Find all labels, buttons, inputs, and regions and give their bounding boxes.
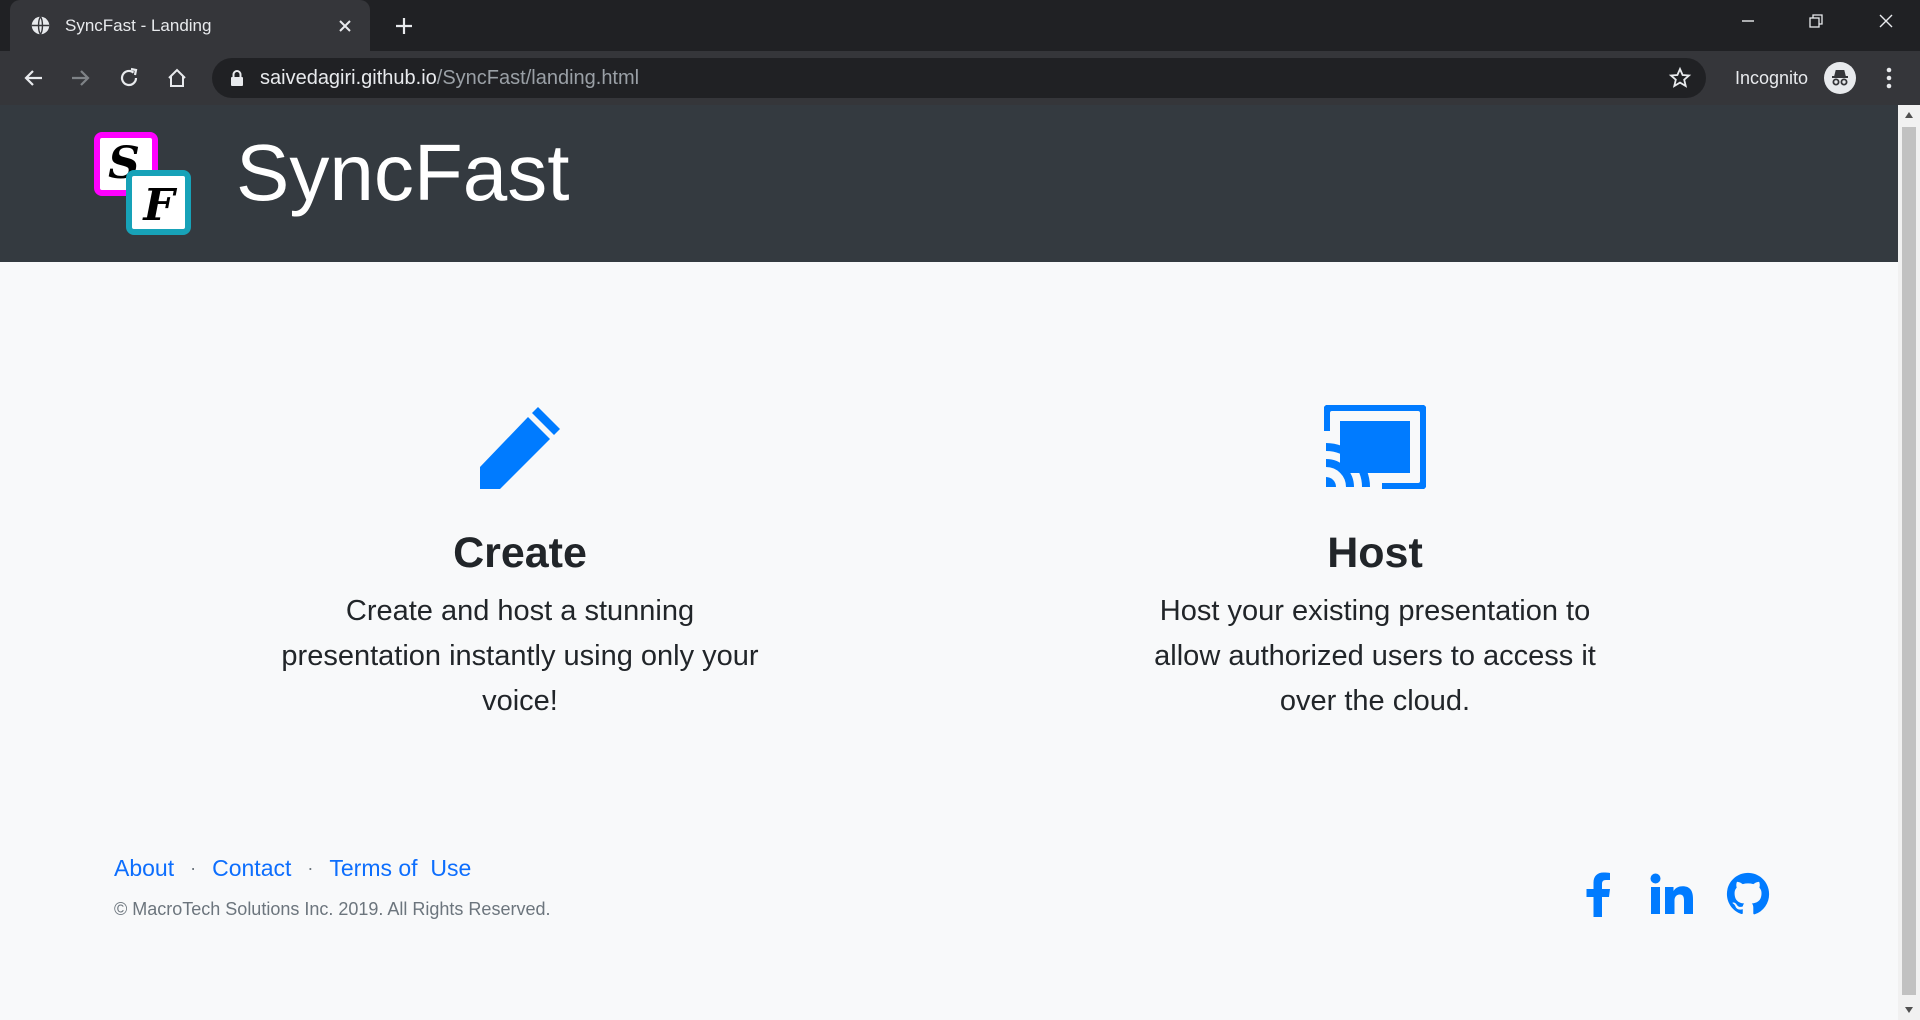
restore-icon[interactable] [1782, 0, 1850, 42]
lock-icon [231, 70, 243, 86]
forward-icon[interactable] [64, 61, 98, 95]
copyright-text: © MacroTech Solutions Inc. 2019. All Rig… [114, 899, 551, 919]
incognito-icon[interactable] [1824, 62, 1856, 94]
tab-title: SyncFast - Landing [65, 15, 212, 35]
browser-tab[interactable]: SyncFast - Landing [10, 0, 370, 51]
minimize-icon[interactable] [1714, 0, 1782, 42]
home-icon[interactable] [160, 61, 194, 95]
new-tab-icon[interactable] [390, 12, 418, 40]
browser-tab-strip: SyncFast - Landing [0, 0, 1920, 51]
feature-title: Create [453, 529, 587, 577]
footer-link-terms[interactable]: Terms of Use [329, 855, 471, 882]
facebook-icon[interactable] [1578, 870, 1618, 918]
bookmark-star-icon[interactable] [1668, 66, 1692, 90]
reload-icon[interactable] [112, 61, 146, 95]
page-viewport: S F SyncFast Create Create and host a st… [0, 105, 1898, 1020]
github-icon[interactable] [1724, 870, 1772, 918]
feature-host: Host Host your existing presentation to … [1115, 405, 1635, 724]
footer-link-about[interactable]: About [114, 855, 174, 882]
feature-title: Host [1327, 529, 1423, 577]
address-bar[interactable]: saivedagiri.github.io/SyncFast/landing.h… [212, 58, 1706, 98]
brand-title[interactable]: SyncFast [236, 127, 569, 219]
footer-link-contact[interactable]: Contact [212, 855, 291, 882]
feature-description: Create and host a stunning presentation … [281, 595, 759, 717]
feature-create: Create Create and host a stunning presen… [260, 405, 780, 724]
feature-description: Host your existing presentation to allow… [1154, 595, 1596, 717]
url-text: saivedagiri.github.io/SyncFast/landing.h… [260, 67, 640, 89]
syncfast-logo[interactable]: S F [94, 132, 192, 236]
scroll-up-icon[interactable] [1898, 105, 1920, 125]
globe-icon [31, 16, 50, 35]
scrollbar-thumb[interactable] [1902, 127, 1916, 995]
close-tab-icon[interactable] [334, 15, 356, 37]
pencil-icon [480, 407, 560, 489]
separator-dot: · [190, 858, 197, 878]
cast-icon [1324, 405, 1426, 489]
linkedin-icon[interactable] [1648, 870, 1696, 918]
separator-dot: · [307, 858, 314, 878]
browser-toolbar: saivedagiri.github.io/SyncFast/landing.h… [0, 51, 1920, 105]
footer-nav: About · Contact · Terms of Use [114, 855, 471, 882]
browser-menu-icon[interactable] [1874, 63, 1904, 93]
site-header: S F SyncFast [0, 105, 1898, 262]
scroll-down-icon[interactable] [1898, 1000, 1920, 1020]
back-icon[interactable] [16, 61, 50, 95]
svg-text:F: F [141, 180, 177, 231]
incognito-label: Incognito [1735, 68, 1809, 88]
vertical-scrollbar[interactable] [1898, 105, 1920, 1020]
close-window-icon[interactable] [1852, 0, 1920, 42]
